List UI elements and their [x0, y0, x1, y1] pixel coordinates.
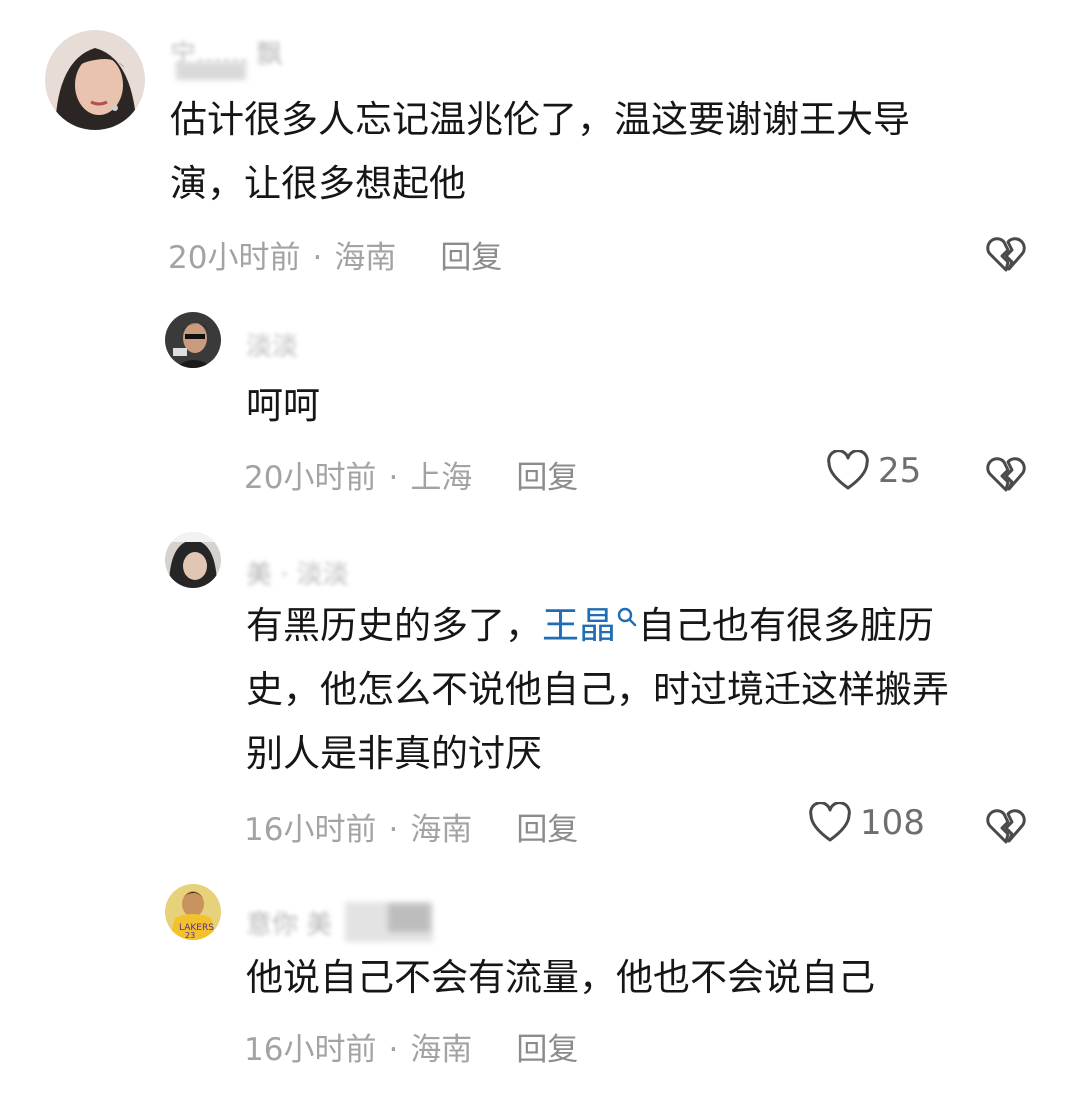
mention-link[interactable]: 王晶 — [542, 604, 616, 647]
username-redaction — [176, 62, 246, 80]
comment-text-segment: 有黑历史的多了， — [246, 604, 542, 647]
location: 海南 — [410, 812, 473, 848]
comment-text-line: 演，让很多想起他 — [170, 162, 466, 205]
broken-heart-icon[interactable] — [984, 452, 1028, 496]
like-button[interactable]: 108 — [808, 802, 925, 844]
comment-text-line: 别人是非真的讨厌 — [246, 732, 542, 775]
location: 海南 — [410, 1032, 473, 1068]
comment-meta: 16小时前 · 海南 回复 — [244, 1024, 578, 1069]
avatar[interactable] — [45, 30, 145, 130]
timestamp: 16小时前 — [244, 812, 377, 848]
comment-item: 淡淡 呵呵 20小时前 · 上海 回复 25 — [0, 290, 1080, 520]
avatar[interactable]: LAKERS 23 — [165, 884, 221, 940]
broken-heart-icon[interactable] — [984, 232, 1028, 276]
comment-meta: 20小时前 · 上海 回复 — [244, 452, 578, 497]
timestamp: 20小时前 — [168, 240, 301, 276]
username[interactable]: 淡淡 — [246, 326, 298, 363]
location: 海南 — [334, 240, 397, 276]
comment-text-line: 他说自己不会有流量，他也不会说自己 — [246, 956, 875, 999]
heart-outline-icon — [827, 450, 869, 490]
separator: · — [388, 812, 399, 848]
comment-text: 估计很多人忘记温兆伦了，温这要谢谢王大导 演，让很多想起他 — [170, 88, 910, 216]
avatar[interactable] — [165, 312, 221, 368]
like-button[interactable]: 25 — [826, 450, 921, 492]
username-redaction — [388, 904, 430, 932]
comment-meta: 16小时前 · 海南 回复 — [244, 804, 578, 849]
reply-button[interactable]: 回复 — [516, 1032, 578, 1068]
search-icon[interactable] — [616, 606, 638, 628]
svg-text:23: 23 — [185, 931, 195, 940]
separator: · — [312, 240, 323, 276]
separator: · — [388, 460, 399, 496]
comment-text: 他说自己不会有流量，他也不会说自己 — [246, 946, 875, 1010]
username[interactable]: 美 · 淡淡 — [246, 554, 349, 591]
comment-meta: 20小时前 · 海南 回复 — [168, 232, 502, 277]
location: 上海 — [410, 460, 473, 496]
comment-item: LAKERS 23 意你 美 他说自己不会有流量，他也不会说自己 16小时前 · 海… — [0, 870, 1080, 1099]
comment-text-segment: 自己也有很多脏历 — [638, 604, 934, 647]
timestamp: 20小时前 — [244, 460, 377, 496]
comment-item: 美 · 淡淡 有黑历史的多了，王晶 自己也有很多脏历 史，他怎么不说他自己，时过境… — [0, 520, 1080, 870]
like-count: 25 — [878, 451, 922, 491]
comment-item: 宁…… 飘 估计很多人忘记温兆伦了，温这要谢谢王大导 演，让很多想起他 20小时… — [0, 0, 1080, 290]
timestamp: 16小时前 — [244, 1032, 377, 1068]
avatar[interactable] — [165, 532, 221, 588]
comment-text-line: 有黑历史的多了，王晶 自己也有很多脏历 — [246, 594, 949, 658]
heart-outline-icon — [809, 802, 851, 842]
reply-button[interactable]: 回复 — [440, 240, 502, 276]
comment-text-line: 史，他怎么不说他自己，时过境迁这样搬弄 — [246, 668, 949, 711]
like-count: 108 — [860, 803, 925, 843]
comment-text-line: 估计很多人忘记温兆伦了，温这要谢谢王大导 — [170, 98, 910, 141]
username[interactable]: 意你 美 — [246, 904, 332, 941]
broken-heart-icon[interactable] — [984, 804, 1028, 848]
reply-button[interactable]: 回复 — [516, 812, 578, 848]
reply-button[interactable]: 回复 — [516, 460, 578, 496]
separator: · — [388, 1032, 399, 1068]
comment-text: 有黑历史的多了，王晶 自己也有很多脏历 史，他怎么不说他自己，时过境迁这样搬弄 别… — [246, 594, 949, 786]
comment-text-line: 呵呵 — [246, 384, 320, 427]
comment-text: 呵呵 — [246, 374, 320, 438]
